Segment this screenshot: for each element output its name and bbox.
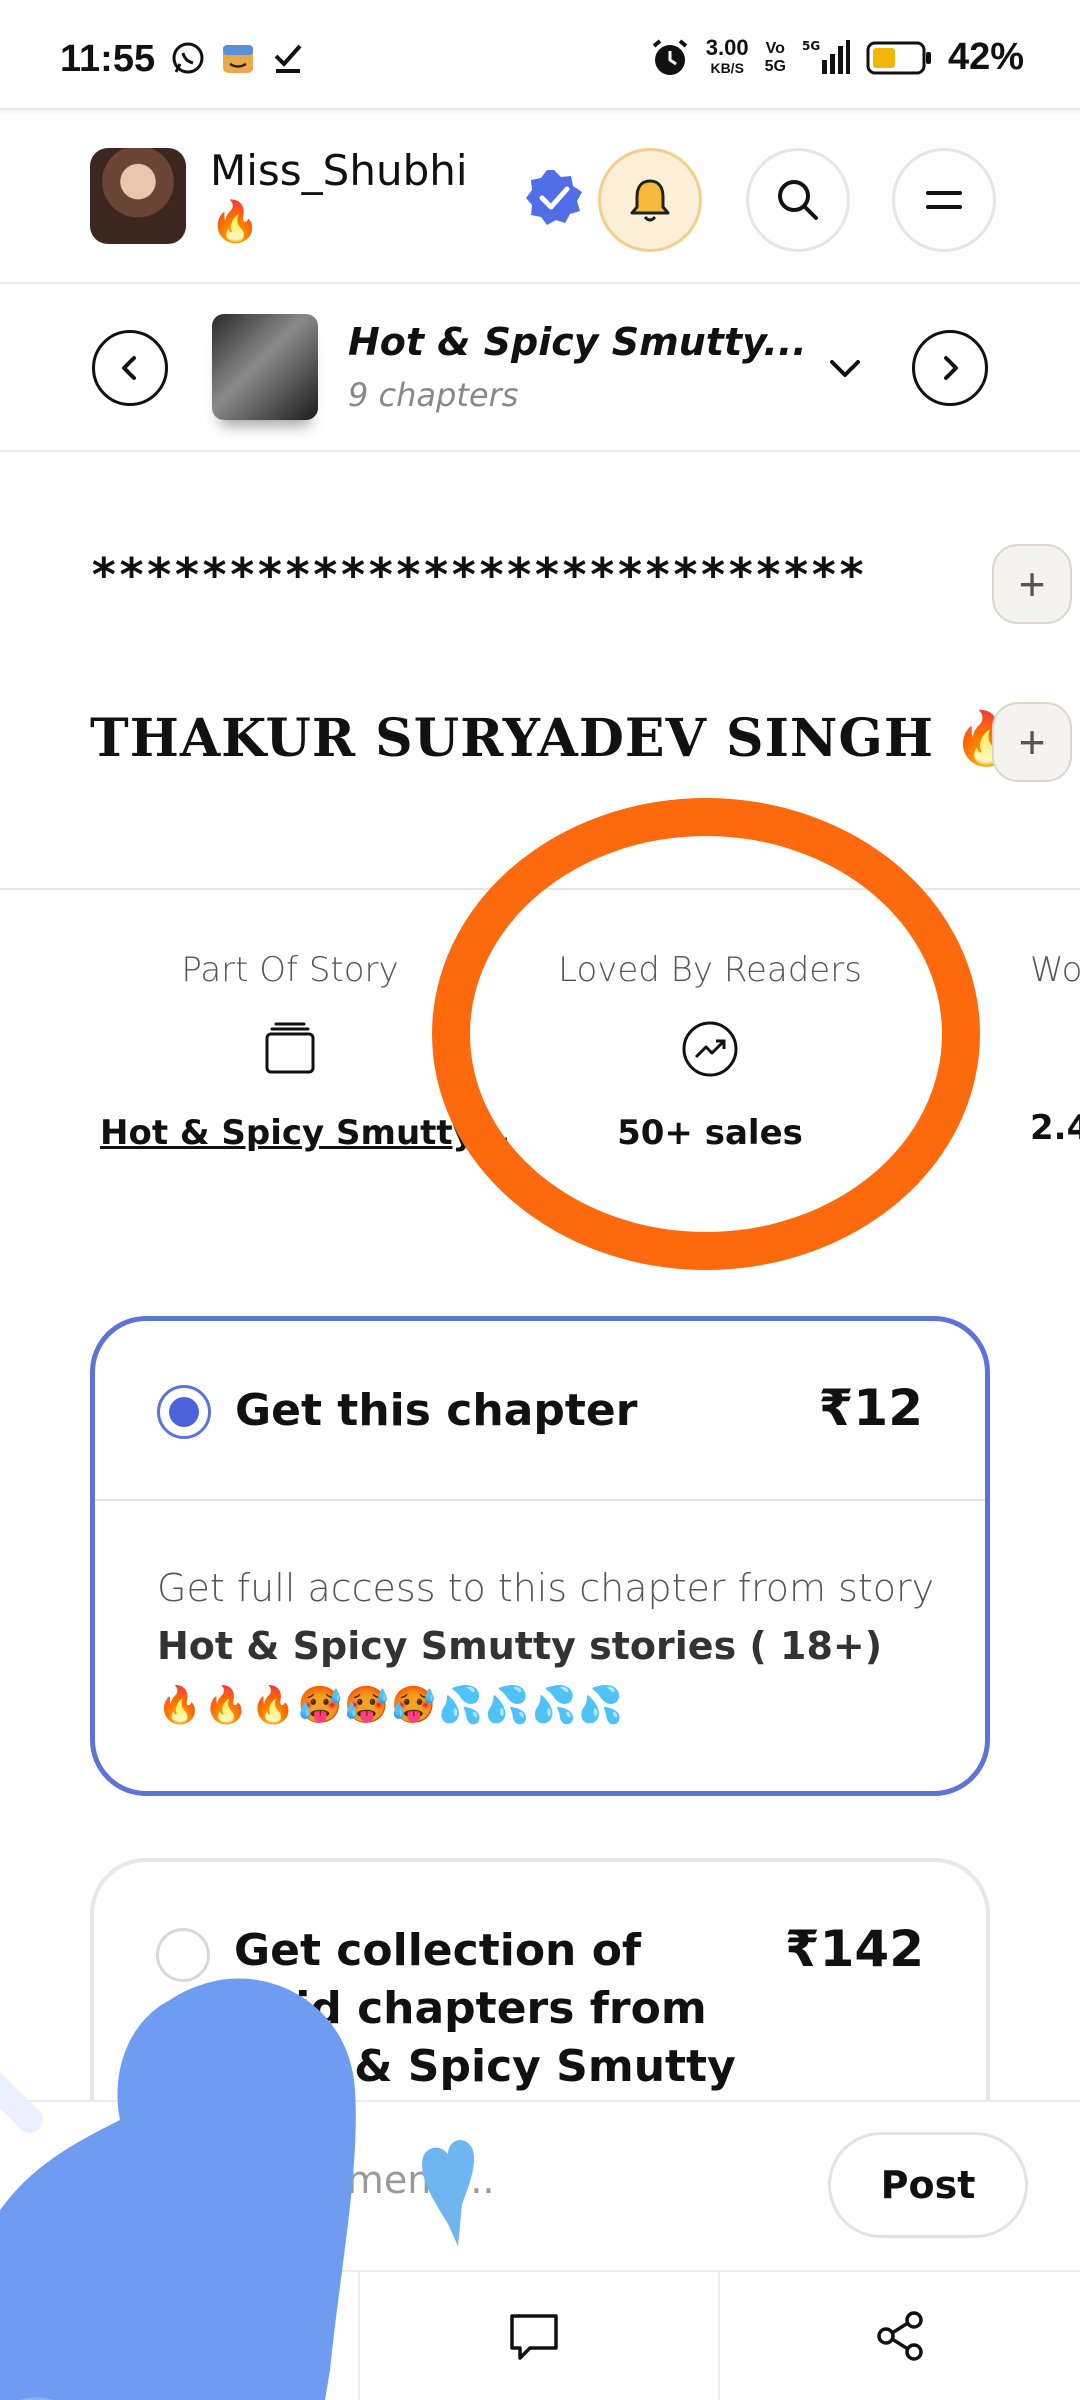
share-icon[interactable] (870, 2306, 930, 2366)
battery-icon (866, 41, 931, 74)
svg-text:5G: 5G (802, 39, 820, 53)
story-title[interactable]: Hot & Spicy Smutty... (348, 320, 807, 364)
net-speed: 3.00 KB/S (705, 34, 749, 76)
avatar[interactable] (90, 148, 186, 244)
alarm-icon (652, 38, 688, 75)
comment-icon[interactable] (504, 2306, 564, 2366)
divider (0, 108, 1080, 114)
search-button[interactable] (746, 148, 850, 252)
heart-sticker-small (422, 2140, 475, 2246)
amazon-icon (223, 45, 253, 73)
stack-icon (265, 1022, 315, 1074)
whatsapp-icon (172, 42, 204, 74)
username[interactable]: Miss_Shubhi (210, 146, 468, 195)
chevron-left-icon (122, 356, 136, 380)
volte-indicator: Vo 5G (764, 39, 786, 75)
story-cover[interactable] (212, 314, 318, 420)
menu-icon (926, 191, 962, 209)
status-time: 11:55 (60, 38, 156, 80)
app-header: Miss_Shubhi 🔥 (0, 120, 1080, 280)
option-header: Get this chapter ₹12 (95, 1321, 985, 1501)
bell-icon (630, 179, 670, 222)
stat-part-of-story[interactable]: Part Of Story Hot & Spicy Smutty... (100, 950, 510, 1153)
bell-button[interactable] (598, 148, 702, 252)
chapter-count: 9 chapters (348, 376, 519, 414)
emoji-row: 🔥🔥🔥🥵🥵🥵💦💦💦💦 (157, 1685, 626, 1726)
option-description: Get full access to this chapter from sto… (157, 1559, 947, 1735)
previous-chapter-button[interactable] (92, 330, 168, 406)
stat-value[interactable]: Hot & Spicy Smutty... (100, 1113, 510, 1153)
chapter-heading: THAKUR SURYADEV SINGH 🔥 (90, 708, 1019, 769)
heart-sticker (0, 1978, 356, 2400)
option-price: ₹142 (784, 1920, 924, 1978)
battery-percent: 42% (947, 36, 1024, 78)
story-navigator: Hot & Spicy Smutty... 9 chapters (0, 282, 1080, 452)
notification-icons (170, 40, 306, 76)
post-button[interactable]: Post (828, 2132, 1028, 2238)
status-bar: 11:55 3.00 KB/S Vo 5G 5G 42% (0, 0, 1080, 110)
chapter-text-line: **************************** (90, 548, 866, 602)
add-comment-button[interactable]: + (992, 544, 1072, 624)
signal-icon: 5G (802, 39, 850, 74)
chevron-down-icon[interactable] (820, 344, 870, 394)
radio-selected[interactable] (157, 1385, 211, 1439)
stat-third: Wo 2.4 (1030, 950, 1080, 1148)
chevron-right-icon (944, 356, 958, 380)
next-chapter-button[interactable] (912, 330, 988, 406)
option-get-chapter[interactable]: Get this chapter ₹12 Get full access to … (90, 1316, 990, 1796)
add-comment-button[interactable]: + (992, 702, 1072, 782)
stat-label: Part Of Story (181, 950, 399, 990)
stat-label: Wo (1030, 950, 1080, 990)
stat-value: 2.4 (1030, 1108, 1080, 1148)
divider (718, 2272, 720, 2400)
menu-button[interactable] (892, 148, 996, 252)
story-name: Hot & Spicy Smutty stories ( 18+) (157, 1624, 883, 1668)
verified-icon (526, 170, 582, 225)
search-icon (778, 180, 818, 220)
check-icon (274, 44, 302, 73)
description-text: Get full access to this chapter from sto… (157, 1566, 935, 1610)
option-price: ₹12 (818, 1379, 923, 1437)
annotation-circle (432, 798, 980, 1270)
option-title: Get this chapter (235, 1385, 638, 1436)
status-right: 3.00 KB/S Vo 5G 5G 42% (650, 36, 1024, 79)
user-badge: 🔥 (210, 200, 260, 244)
